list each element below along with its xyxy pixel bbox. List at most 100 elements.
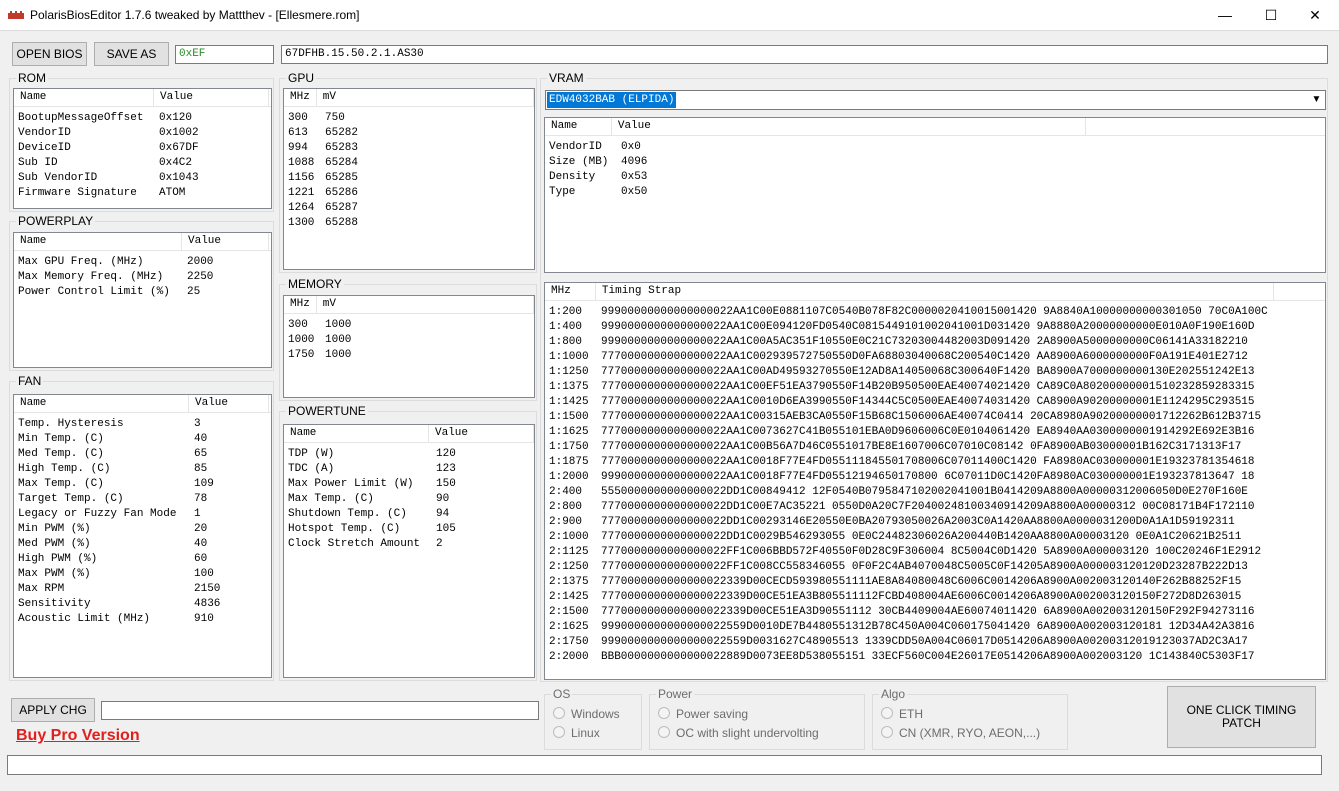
buy-pro-link[interactable]: Buy Pro Version — [16, 727, 140, 745]
list-item[interactable]: Max GPU Freq. (MHz) 2000 — [14, 255, 271, 270]
list-item[interactable]: 1088 65284 — [284, 156, 534, 171]
timing-row[interactable]: 1:1250 7770000000000000022AA1C00AD4959327… — [545, 365, 1325, 380]
list-item[interactable]: Density 0x53 — [545, 170, 1325, 185]
list-item[interactable]: 300 750 — [284, 111, 534, 126]
list-item[interactable]: Temp. Hysteresis 3 — [14, 417, 271, 432]
list-item[interactable]: Clock Stretch Amount 2 — [284, 537, 534, 552]
list-item[interactable]: 613 65282 — [284, 126, 534, 141]
column-header-name[interactable]: Name — [284, 425, 429, 442]
list-item[interactable]: 300 1000 — [284, 318, 534, 333]
column-header-value[interactable]: Value — [429, 425, 534, 442]
column-header-name[interactable]: Name — [545, 118, 612, 135]
list-item[interactable]: Sub VendorID 0x1043 — [14, 171, 271, 186]
list-item[interactable]: VendorID 0x1002 — [14, 126, 271, 141]
list-item[interactable]: Med Temp. (C) 65 — [14, 447, 271, 462]
timing-row[interactable]: 1:1875 7770000000000000022AA1C0018F77E4FD… — [545, 455, 1325, 470]
timing-row[interactable]: 1:1425 7770000000000000022AA1C0010D6EA399… — [545, 395, 1325, 410]
timing-row[interactable]: 1:1375 7770000000000000022AA1C00EF51EA379… — [545, 380, 1325, 395]
timing-row[interactable]: 2:1125 7770000000000000022FF1C006BBD572F4… — [545, 545, 1325, 560]
minimize-button[interactable]: — — [1202, 0, 1248, 31]
save-as-button[interactable]: SAVE AS — [94, 42, 169, 66]
timing-row[interactable]: 2:900 7770000000000000022DD1C00293146E205… — [545, 515, 1325, 530]
list-item[interactable]: Target Temp. (C) 78 — [14, 492, 271, 507]
list-item[interactable]: 1750 1000 — [284, 348, 534, 363]
list-item[interactable]: VendorID 0x0 — [545, 140, 1325, 155]
radio-linux[interactable]: Linux — [553, 726, 600, 740]
status-text-field[interactable] — [101, 701, 539, 720]
radio-oc-undervolting[interactable]: OC with slight undervolting — [658, 726, 819, 740]
one-click-timing-patch-button[interactable]: ONE CLICK TIMING PATCH — [1167, 686, 1316, 748]
timing-row[interactable]: 2:800 7770000000000000022DD1C00E7AC35221 … — [545, 500, 1325, 515]
checksum-field[interactable]: 0xEF — [175, 45, 274, 64]
list-item[interactable]: Legacy or Fuzzy Fan Mode 1 — [14, 507, 271, 522]
column-header-name[interactable]: Name — [14, 233, 182, 250]
timing-row[interactable]: 1:1625 7770000000000000022AA1C0073627C41B… — [545, 425, 1325, 440]
list-item[interactable]: TDP (W) 120 — [284, 447, 534, 462]
timing-row[interactable]: 1:2000 9990000000000000022AA1C0018F77E4FD… — [545, 470, 1325, 485]
list-item[interactable]: Type 0x50 — [545, 185, 1325, 200]
list-item[interactable]: Power Control Limit (%) 25 — [14, 285, 271, 300]
memory-list[interactable]: MHz mV 300 1000 1000 1000 1750 1000 — [283, 295, 535, 398]
column-header-mhz[interactable]: MHz — [284, 296, 317, 313]
column-header-value[interactable]: Value — [189, 395, 269, 412]
list-item[interactable]: TDC (A) 123 — [284, 462, 534, 477]
list-item[interactable]: 1000 1000 — [284, 333, 534, 348]
column-header-value[interactable]: Value — [612, 118, 1086, 135]
column-header-mhz[interactable]: MHz — [545, 283, 596, 300]
radio-power-saving[interactable]: Power saving — [658, 707, 748, 721]
timing-row[interactable]: 1:1000 7770000000000000022AA1C00293957275… — [545, 350, 1325, 365]
list-item[interactable]: Shutdown Temp. (C) 94 — [284, 507, 534, 522]
fan-list[interactable]: Name Value Temp. Hysteresis 3 Min Temp. (C… — [13, 394, 272, 678]
list-item[interactable]: Firmware Signature ATOM — [14, 186, 271, 201]
close-button[interactable]: ✕ — [1292, 0, 1338, 31]
timing-row[interactable]: 2:2000 BBB0000000000000022889D0073EE8D538… — [545, 650, 1325, 665]
vram-info-list[interactable]: Name Value VendorID 0x0 Size (MB) 4096 Dens… — [544, 117, 1326, 273]
timing-row[interactable]: 2:1250 7770000000000000022FF1C008CC558346… — [545, 560, 1325, 575]
timing-row[interactable]: 2:1750 9990000000000000022559D0031627C489… — [545, 635, 1325, 650]
column-header-timing-strap[interactable]: Timing Strap — [596, 283, 1275, 300]
radio-eth[interactable]: ETH — [881, 707, 923, 721]
column-header-mhz[interactable]: MHz — [284, 89, 317, 106]
column-header-mv[interactable]: mV — [317, 296, 534, 313]
list-item[interactable]: Sub ID 0x4C2 — [14, 156, 271, 171]
list-item[interactable]: Med PWM (%) 40 — [14, 537, 271, 552]
list-item[interactable]: 1221 65286 — [284, 186, 534, 201]
gpu-list[interactable]: MHz mV 300 750 613 65282 994 65283 1088 65284… — [283, 88, 535, 270]
radio-cn[interactable]: CN (XMR, RYO, AEON,...) — [881, 726, 1040, 740]
list-item[interactable]: High PWM (%) 60 — [14, 552, 271, 567]
timing-row[interactable]: 1:200 99900000000000000022AA1C00E0881107C… — [545, 305, 1325, 320]
list-item[interactable]: Min PWM (%) 20 — [14, 522, 271, 537]
column-header-mv[interactable]: mV — [317, 89, 534, 106]
list-item[interactable]: Max RPM 2150 — [14, 582, 271, 597]
list-item[interactable]: Min Temp. (C) 40 — [14, 432, 271, 447]
list-item[interactable]: High Temp. (C) 85 — [14, 462, 271, 477]
timing-row[interactable]: 1:1500 7770000000000000022AA1C00315AEB3CA… — [545, 410, 1325, 425]
list-item[interactable]: Max Power Limit (W) 150 — [284, 477, 534, 492]
list-item[interactable]: Max Temp. (C) 109 — [14, 477, 271, 492]
rom-list[interactable]: Name Value BootupMessageOffset 0x120 Vendo… — [13, 88, 272, 209]
list-item[interactable]: Max Temp. (C) 90 — [284, 492, 534, 507]
timing-row[interactable]: 2:1425 7770000000000000022339D00CE51EA3B8… — [545, 590, 1325, 605]
timing-row[interactable]: 2:1625 9990000000000000022559D0010DE7B448… — [545, 620, 1325, 635]
timing-row[interactable]: 2:1500 7770000000000000022339D00CE51EA3D9… — [545, 605, 1325, 620]
list-item[interactable]: Hotspot Temp. (C) 105 — [284, 522, 534, 537]
timing-row[interactable]: 2:1375 7770000000000000022339D00CECD59398… — [545, 575, 1325, 590]
chevron-down-icon[interactable]: ▼ — [1308, 91, 1325, 109]
list-item[interactable]: DeviceID 0x67DF — [14, 141, 271, 156]
timing-row[interactable]: 1:1750 7770000000000000022AA1C00B56A7D46C… — [545, 440, 1325, 455]
column-header-value[interactable]: Value — [182, 233, 269, 250]
list-item[interactable]: 1300 65288 — [284, 216, 534, 231]
list-item[interactable]: Max PWM (%) 100 — [14, 567, 271, 582]
list-item[interactable]: Max Memory Freq. (MHz) 2250 — [14, 270, 271, 285]
column-header-value[interactable]: Value — [154, 89, 269, 106]
list-item[interactable]: Size (MB) 4096 — [545, 155, 1325, 170]
apply-changes-button[interactable]: APPLY CHG — [11, 698, 95, 722]
bios-id-field[interactable]: 67DFHB.15.50.2.1.AS30 — [281, 45, 1328, 64]
timing-row[interactable]: 1:400 9990000000000000022AA1C00E094120FD0… — [545, 320, 1325, 335]
list-item[interactable]: 994 65283 — [284, 141, 534, 156]
list-item[interactable]: Sensitivity 4836 — [14, 597, 271, 612]
radio-windows[interactable]: Windows — [553, 707, 620, 721]
timing-row[interactable]: 2:400 5550000000000000022DD1C00849412 12F… — [545, 485, 1325, 500]
powerplay-list[interactable]: Name Value Max GPU Freq. (MHz) 2000 Max Me… — [13, 232, 272, 368]
column-header-name[interactable]: Name — [14, 89, 154, 106]
